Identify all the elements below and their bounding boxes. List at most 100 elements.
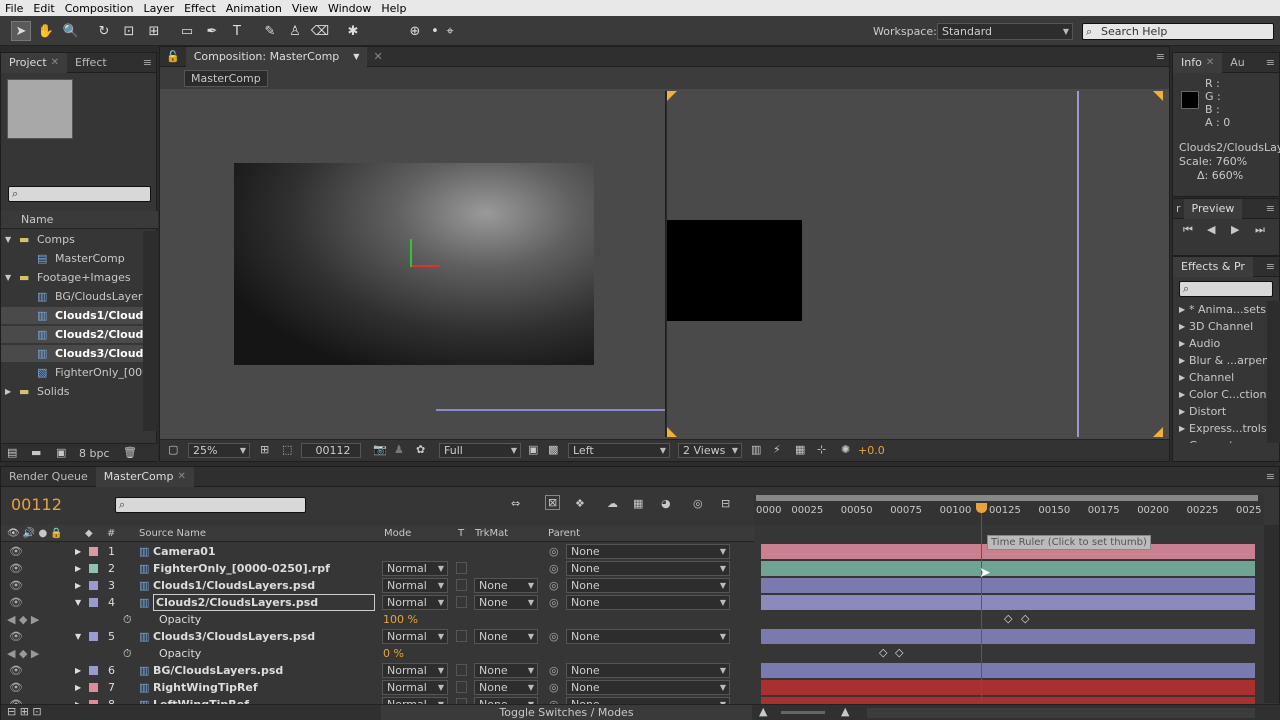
- panel-menu-icon[interactable]: ≡: [1156, 50, 1165, 63]
- project-scrollbar[interactable]: [143, 231, 157, 431]
- stopwatch-icon[interactable]: ⏱: [123, 645, 132, 662]
- fast-previews-icon[interactable]: ⚡: [773, 443, 781, 456]
- disclosure-triangle-icon[interactable]: ▶: [1179, 369, 1185, 386]
- close-icon[interactable]: ✕: [51, 53, 59, 73]
- effects-category[interactable]: ▶ Blur & ...arpen: [1173, 352, 1267, 369]
- show-snapshot-icon[interactable]: ♟: [394, 443, 404, 456]
- keyframe-icon[interactable]: ◇: [879, 646, 887, 659]
- search-help-input[interactable]: ⌕ Search Help: [1082, 23, 1274, 40]
- disclosure-triangle-icon[interactable]: ▶: [75, 679, 81, 696]
- previous-frame-icon[interactable]: ◀: [1207, 223, 1215, 236]
- disclosure-triangle-icon[interactable]: ▶: [1179, 335, 1185, 352]
- layer-source-name[interactable]: Clouds3/CloudsLayers.psd: [153, 628, 375, 645]
- view-layout-dropdown[interactable]: 2 Views ▼: [678, 443, 742, 458]
- rotate-tool-icon[interactable]: ↻: [94, 21, 114, 41]
- pen-tool-icon[interactable]: ✒: [202, 21, 222, 41]
- disclosure-triangle-icon[interactable]: ▼: [75, 628, 81, 645]
- visibility-eye-icon[interactable]: 👁: [9, 577, 23, 594]
- visibility-eye-icon[interactable]: 👁: [9, 679, 23, 696]
- menu-layer[interactable]: Layer: [138, 2, 179, 15]
- project-item[interactable]: ▶ ▬ Solids: [1, 383, 143, 400]
- mask-icon[interactable]: ⬚: [282, 443, 292, 456]
- label-color-swatch[interactable]: [89, 547, 98, 556]
- x-axis-gizmo[interactable]: [412, 265, 440, 267]
- toggle-switches-modes-button[interactable]: Toggle Switches / Modes: [381, 705, 752, 720]
- panel-menu-icon[interactable]: ≡: [1266, 202, 1275, 215]
- frame-blending-icon[interactable]: ▦: [633, 497, 643, 510]
- draft-3d-icon[interactable]: ❖: [575, 497, 585, 510]
- resolution-dropdown[interactable]: Full ▼: [439, 443, 521, 458]
- work-area-bar[interactable]: [756, 495, 1258, 501]
- layer-source-name[interactable]: FighterOnly_[0000-0250].rpf: [153, 560, 375, 577]
- parent-dropdown[interactable]: None▼: [566, 595, 730, 610]
- label-color-swatch[interactable]: [89, 683, 98, 692]
- project-search-input[interactable]: ⌕: [8, 186, 151, 202]
- effects-category[interactable]: ▶ * Anima...sets: [1173, 301, 1267, 318]
- layer-row[interactable]: 👁 ▼ 5 ▥ Clouds3/CloudsLayers.psd Normal ▼ None ▼…: [1, 628, 754, 645]
- timeline-icon[interactable]: ▦: [795, 443, 805, 456]
- y-axis-gizmo[interactable]: [410, 239, 416, 267]
- visibility-eye-icon[interactable]: 👁: [9, 543, 23, 560]
- effects-category[interactable]: ▶ Channel: [1173, 369, 1267, 386]
- layer-mode-dropdown[interactable]: Normal▼: [382, 561, 448, 576]
- last-frame-icon[interactable]: ⏭: [1255, 223, 1265, 237]
- project-item[interactable]: ▥ BG/CloudsLayers.: [1, 288, 143, 305]
- keyframe-nav-icon[interactable]: ◀ ◆ ▶: [7, 611, 39, 628]
- layer-source-name[interactable]: BG/CloudsLayers.psd: [153, 662, 375, 679]
- property-value[interactable]: 0 %: [383, 645, 404, 662]
- trkmat-dropdown[interactable]: None▼: [474, 629, 538, 644]
- layer-duration-bar[interactable]: [761, 663, 1255, 678]
- channel-icon[interactable]: ✿: [416, 443, 425, 456]
- view-axis-icon[interactable]: ⌖: [440, 21, 460, 41]
- label-color-swatch[interactable]: [89, 666, 98, 675]
- disclosure-triangle-icon[interactable]: ▶: [75, 577, 81, 594]
- tab-project[interactable]: Project ✕: [1, 52, 68, 73]
- pick-whip-icon[interactable]: ◎: [549, 560, 559, 577]
- trkmat-dropdown[interactable]: None▼: [474, 595, 538, 610]
- chevron-down-icon[interactable]: ▼: [353, 47, 359, 67]
- disclosure-triangle-icon[interactable]: ▶: [1179, 318, 1185, 335]
- menu-file[interactable]: File: [0, 2, 28, 15]
- breadcrumb[interactable]: MasterComp: [184, 70, 268, 87]
- parent-dropdown[interactable]: None▼: [566, 578, 730, 593]
- preserve-transparency-checkbox[interactable]: [456, 630, 467, 642]
- effects-category[interactable]: ▶ Audio: [1173, 335, 1267, 352]
- menu-animation[interactable]: Animation: [221, 2, 287, 15]
- pick-whip-icon[interactable]: ◎: [549, 594, 559, 611]
- disclosure-triangle-icon[interactable]: ▶: [1179, 437, 1185, 443]
- current-time-field[interactable]: 00112: [301, 443, 361, 458]
- effects-category[interactable]: ▶ 3D Channel: [1173, 318, 1267, 335]
- col-mode[interactable]: Mode: [384, 525, 411, 542]
- keyframe-icon[interactable]: ◇: [1021, 612, 1029, 625]
- parent-dropdown[interactable]: None▼: [566, 680, 730, 695]
- stopwatch-icon[interactable]: ⏱: [123, 611, 132, 628]
- playhead[interactable]: [981, 503, 982, 703]
- clone-stamp-tool-icon[interactable]: ♙: [285, 21, 305, 41]
- layer-duration-bar[interactable]: [761, 629, 1255, 644]
- property-row[interactable]: ◀ ◆ ▶ ⏱ Opacity 100 %: [1, 611, 754, 628]
- project-item[interactable]: ▤ MasterComp: [1, 250, 143, 267]
- trash-icon[interactable]: 🗑: [123, 446, 137, 459]
- label-column-icon[interactable]: ◆: [85, 525, 93, 542]
- pick-whip-icon[interactable]: ◎: [549, 628, 559, 645]
- lock-icon[interactable]: 🔓: [160, 50, 186, 63]
- trkmat-dropdown[interactable]: None▼: [474, 680, 538, 695]
- property-row[interactable]: ◀ ◆ ▶ ⏱ Opacity 0 %: [1, 645, 754, 662]
- keyframe-nav-icon[interactable]: ◀ ◆ ▶: [7, 645, 39, 662]
- close-icon[interactable]: ✕: [1206, 53, 1214, 73]
- project-item[interactable]: ▥ Clouds1/Clouds: [1, 307, 143, 324]
- disclosure-triangle-icon[interactable]: ▶: [75, 662, 81, 679]
- disclosure-triangle-icon[interactable]: ▼: [5, 269, 11, 286]
- layer-source-name[interactable]: RightWingTipRef: [153, 679, 375, 696]
- left-viewer[interactable]: [166, 91, 666, 437]
- menu-composition[interactable]: Composition: [60, 2, 139, 15]
- trkmat-dropdown[interactable]: None▼: [474, 663, 538, 678]
- selection-tool-icon[interactable]: ➤: [11, 21, 31, 41]
- effects-scrollbar[interactable]: [1267, 301, 1280, 443]
- brainstorm-icon[interactable]: ⊟: [721, 497, 730, 510]
- workspace-dropdown[interactable]: Standard ▼: [937, 23, 1073, 40]
- hand-tool-icon[interactable]: ✋: [36, 21, 56, 41]
- disclosure-triangle-icon[interactable]: ▶: [75, 543, 81, 560]
- layer-mode-dropdown[interactable]: Normal▼: [382, 680, 448, 695]
- tab-tracker[interactable]: r: [1173, 199, 1184, 219]
